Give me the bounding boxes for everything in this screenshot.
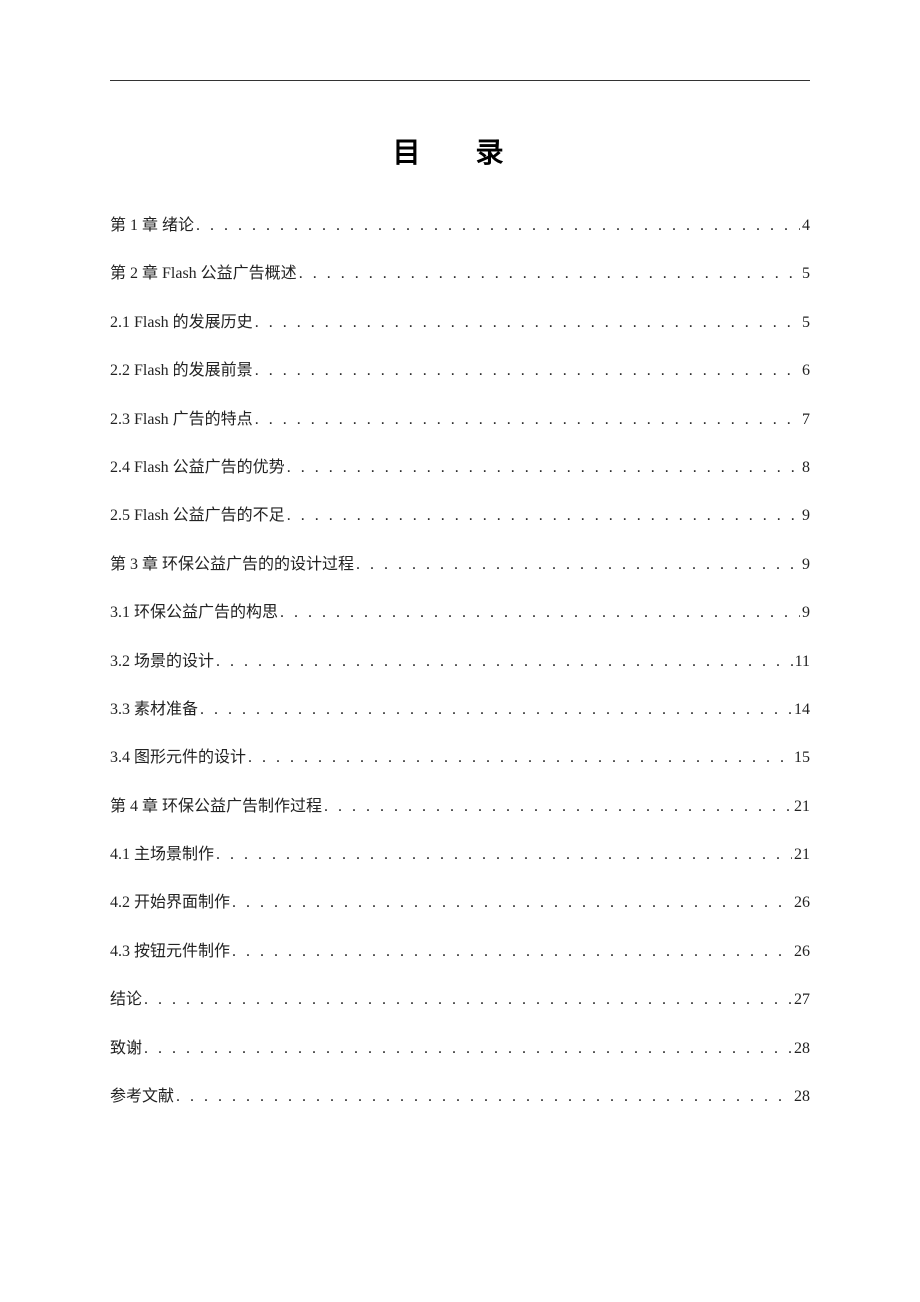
toc-entry-page: 4 (800, 215, 810, 237)
toc-entry-label: 第 2 章 Flash 公益广告概述 (110, 263, 297, 285)
toc-entry[interactable]: 2.1 Flash 的发展历史 5 (110, 312, 810, 334)
toc-entry-label: 3.2 场景的设计 (110, 651, 214, 673)
toc-entry-page: 9 (800, 602, 810, 624)
toc-entry-label: 致谢 (110, 1038, 142, 1060)
toc-entry-leader (142, 1038, 792, 1060)
toc-entry[interactable]: 3.1 环保公益广告的构思 9 (110, 602, 810, 624)
toc-entry[interactable]: 结论 27 (110, 989, 810, 1011)
toc-entry-page: 15 (792, 747, 810, 769)
toc-entry[interactable]: 4.1 主场景制作 21 (110, 844, 810, 866)
toc-entry-label: 第 3 章 环保公益广告的的设计过程 (110, 554, 354, 576)
toc-entry-page: 9 (800, 554, 810, 576)
toc-entry[interactable]: 3.3 素材准备 14 (110, 699, 810, 721)
toc-entry-label: 结论 (110, 989, 142, 1011)
toc-entry-label: 2.1 Flash 的发展历史 (110, 312, 253, 334)
toc-entry-leader (194, 215, 800, 237)
toc-entry-label: 2.2 Flash 的发展前景 (110, 360, 253, 382)
toc-entry-label: 4.1 主场景制作 (110, 844, 214, 866)
toc-entry-page: 6 (800, 360, 810, 382)
toc-entry-page: 14 (792, 699, 810, 721)
toc-entry-label: 2.3 Flash 广告的特点 (110, 409, 253, 431)
toc-entry-page: 5 (800, 312, 810, 334)
toc-entry-leader (278, 602, 800, 624)
toc-entry[interactable]: 参考文献 28 (110, 1086, 810, 1108)
toc-entry[interactable]: 4.2 开始界面制作 26 (110, 892, 810, 914)
toc-entry-leader (230, 941, 792, 963)
toc-entry-label: 3.1 环保公益广告的构思 (110, 602, 278, 624)
toc-entry-label: 第 1 章 绪论 (110, 215, 194, 237)
toc-entry[interactable]: 4.3 按钮元件制作 26 (110, 941, 810, 963)
toc-entry-page: 5 (800, 263, 810, 285)
toc-entry[interactable]: 3.4 图形元件的设计 15 (110, 747, 810, 769)
toc-entry-page: 26 (792, 892, 810, 914)
toc-entry-leader (230, 892, 792, 914)
toc-entry-page: 21 (792, 796, 810, 818)
toc-entry[interactable]: 第 4 章 环保公益广告制作过程 21 (110, 796, 810, 818)
toc-entry-label: 2.4 Flash 公益广告的优势 (110, 457, 285, 479)
toc-entry-label: 2.5 Flash 公益广告的不足 (110, 505, 285, 527)
toc-entry-leader (253, 360, 800, 382)
toc-entry-label: 4.3 按钮元件制作 (110, 941, 230, 963)
toc-entry-label: 第 4 章 环保公益广告制作过程 (110, 796, 322, 818)
toc-entry-page: 27 (792, 989, 810, 1011)
toc-entry[interactable]: 2.2 Flash 的发展前景 6 (110, 360, 810, 382)
toc-entry-page: 8 (800, 457, 810, 479)
toc-entry-leader (246, 747, 792, 769)
toc-entry-leader (253, 409, 800, 431)
toc-entry-leader (214, 844, 792, 866)
toc-entry-leader (142, 989, 792, 1011)
toc-entry[interactable]: 致谢 28 (110, 1038, 810, 1060)
toc-entry-leader (297, 263, 800, 285)
toc-entry-leader (285, 457, 800, 479)
toc-entry-label: 参考文献 (110, 1086, 174, 1108)
toc-entry-leader (285, 505, 800, 527)
toc-entry[interactable]: 第 3 章 环保公益广告的的设计过程 9 (110, 554, 810, 576)
toc-entry-page: 28 (792, 1038, 810, 1060)
toc-entry-label: 3.3 素材准备 (110, 699, 198, 721)
toc-entry[interactable]: 第 1 章 绪论 4 (110, 215, 810, 237)
toc-entry-leader (174, 1086, 792, 1108)
toc-entry[interactable]: 2.3 Flash 广告的特点 7 (110, 409, 810, 431)
toc-entry-page: 7 (800, 409, 810, 431)
toc-list: 第 1 章 绪论4第 2 章 Flash 公益广告概述52.1 Flash 的发… (110, 215, 810, 1108)
toc-title: 目 录 (110, 131, 810, 171)
toc-entry-page: 11 (793, 651, 810, 673)
toc-entry[interactable]: 2.4 Flash 公益广告的优势 8 (110, 457, 810, 479)
document-page: 目 录 第 1 章 绪论4第 2 章 Flash 公益广告概述52.1 Flas… (0, 0, 920, 1108)
toc-entry[interactable]: 2.5 Flash 公益广告的不足 9 (110, 505, 810, 527)
toc-entry[interactable]: 第 2 章 Flash 公益广告概述 5 (110, 263, 810, 285)
toc-entry-page: 21 (792, 844, 810, 866)
toc-entry-leader (354, 554, 800, 576)
toc-entry-leader (198, 699, 792, 721)
toc-entry-page: 9 (800, 505, 810, 527)
toc-entry-leader (253, 312, 800, 334)
toc-entry-leader (214, 651, 793, 673)
toc-entry-label: 4.2 开始界面制作 (110, 892, 230, 914)
toc-entry-page: 26 (792, 941, 810, 963)
header-rule (110, 80, 810, 81)
toc-entry[interactable]: 3.2 场景的设计 11 (110, 651, 810, 673)
toc-entry-label: 3.4 图形元件的设计 (110, 747, 246, 769)
toc-entry-page: 28 (792, 1086, 810, 1108)
toc-entry-leader (322, 796, 792, 818)
